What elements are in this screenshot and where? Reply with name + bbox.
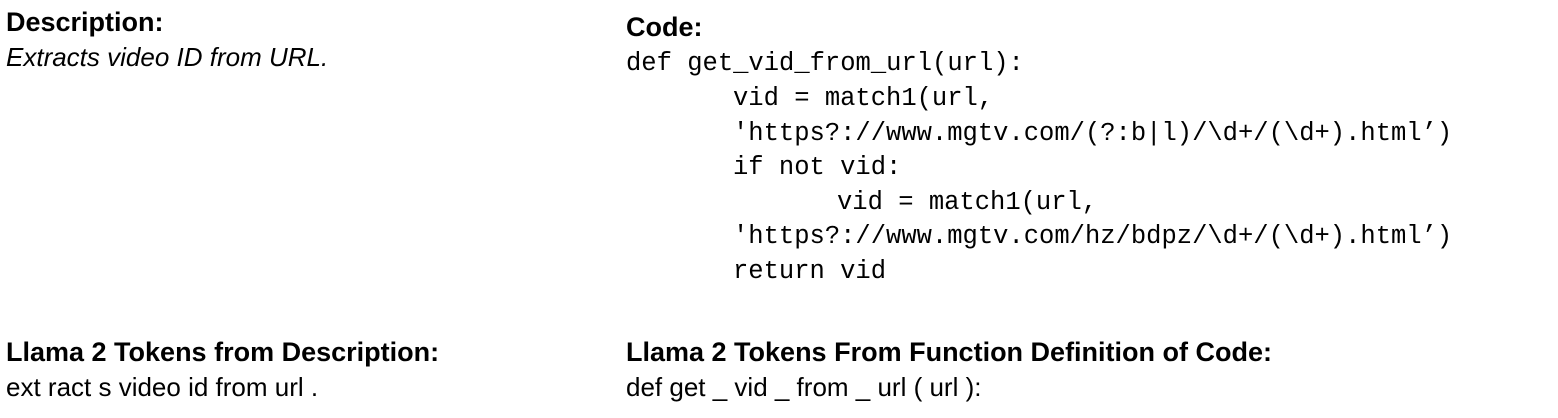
code-tokens-text: def get _ vid _ from _ url ( url ):: [626, 372, 982, 402]
code-line-1: def get_vid_from_url(url):: [626, 49, 1024, 78]
code-line-5: vid = match1(url,: [837, 188, 1098, 217]
code-tokens-heading: Llama 2 Tokens From Function Definition …: [626, 337, 1273, 367]
description-text: Extracts video ID from URL.: [6, 42, 329, 72]
code-line-4: if not vid:: [733, 153, 902, 182]
code-line-3: 'https?://www.mgtv.com/(?:b|l)/\d+/(\d+)…: [733, 119, 1453, 148]
description-tokens-text: ext ract s video id from url .: [6, 372, 319, 402]
description-heading: Description:: [6, 7, 164, 37]
code-line-7: return vid: [733, 257, 887, 286]
description-tokens-heading: Llama 2 Tokens from Description:: [6, 337, 440, 367]
code-line-2: vid = match1(url,: [733, 84, 994, 113]
code-heading: Code:: [626, 12, 703, 42]
code-line-6: 'https?://www.mgtv.com/hz/bdpz/\d+/(\d+)…: [733, 222, 1453, 251]
